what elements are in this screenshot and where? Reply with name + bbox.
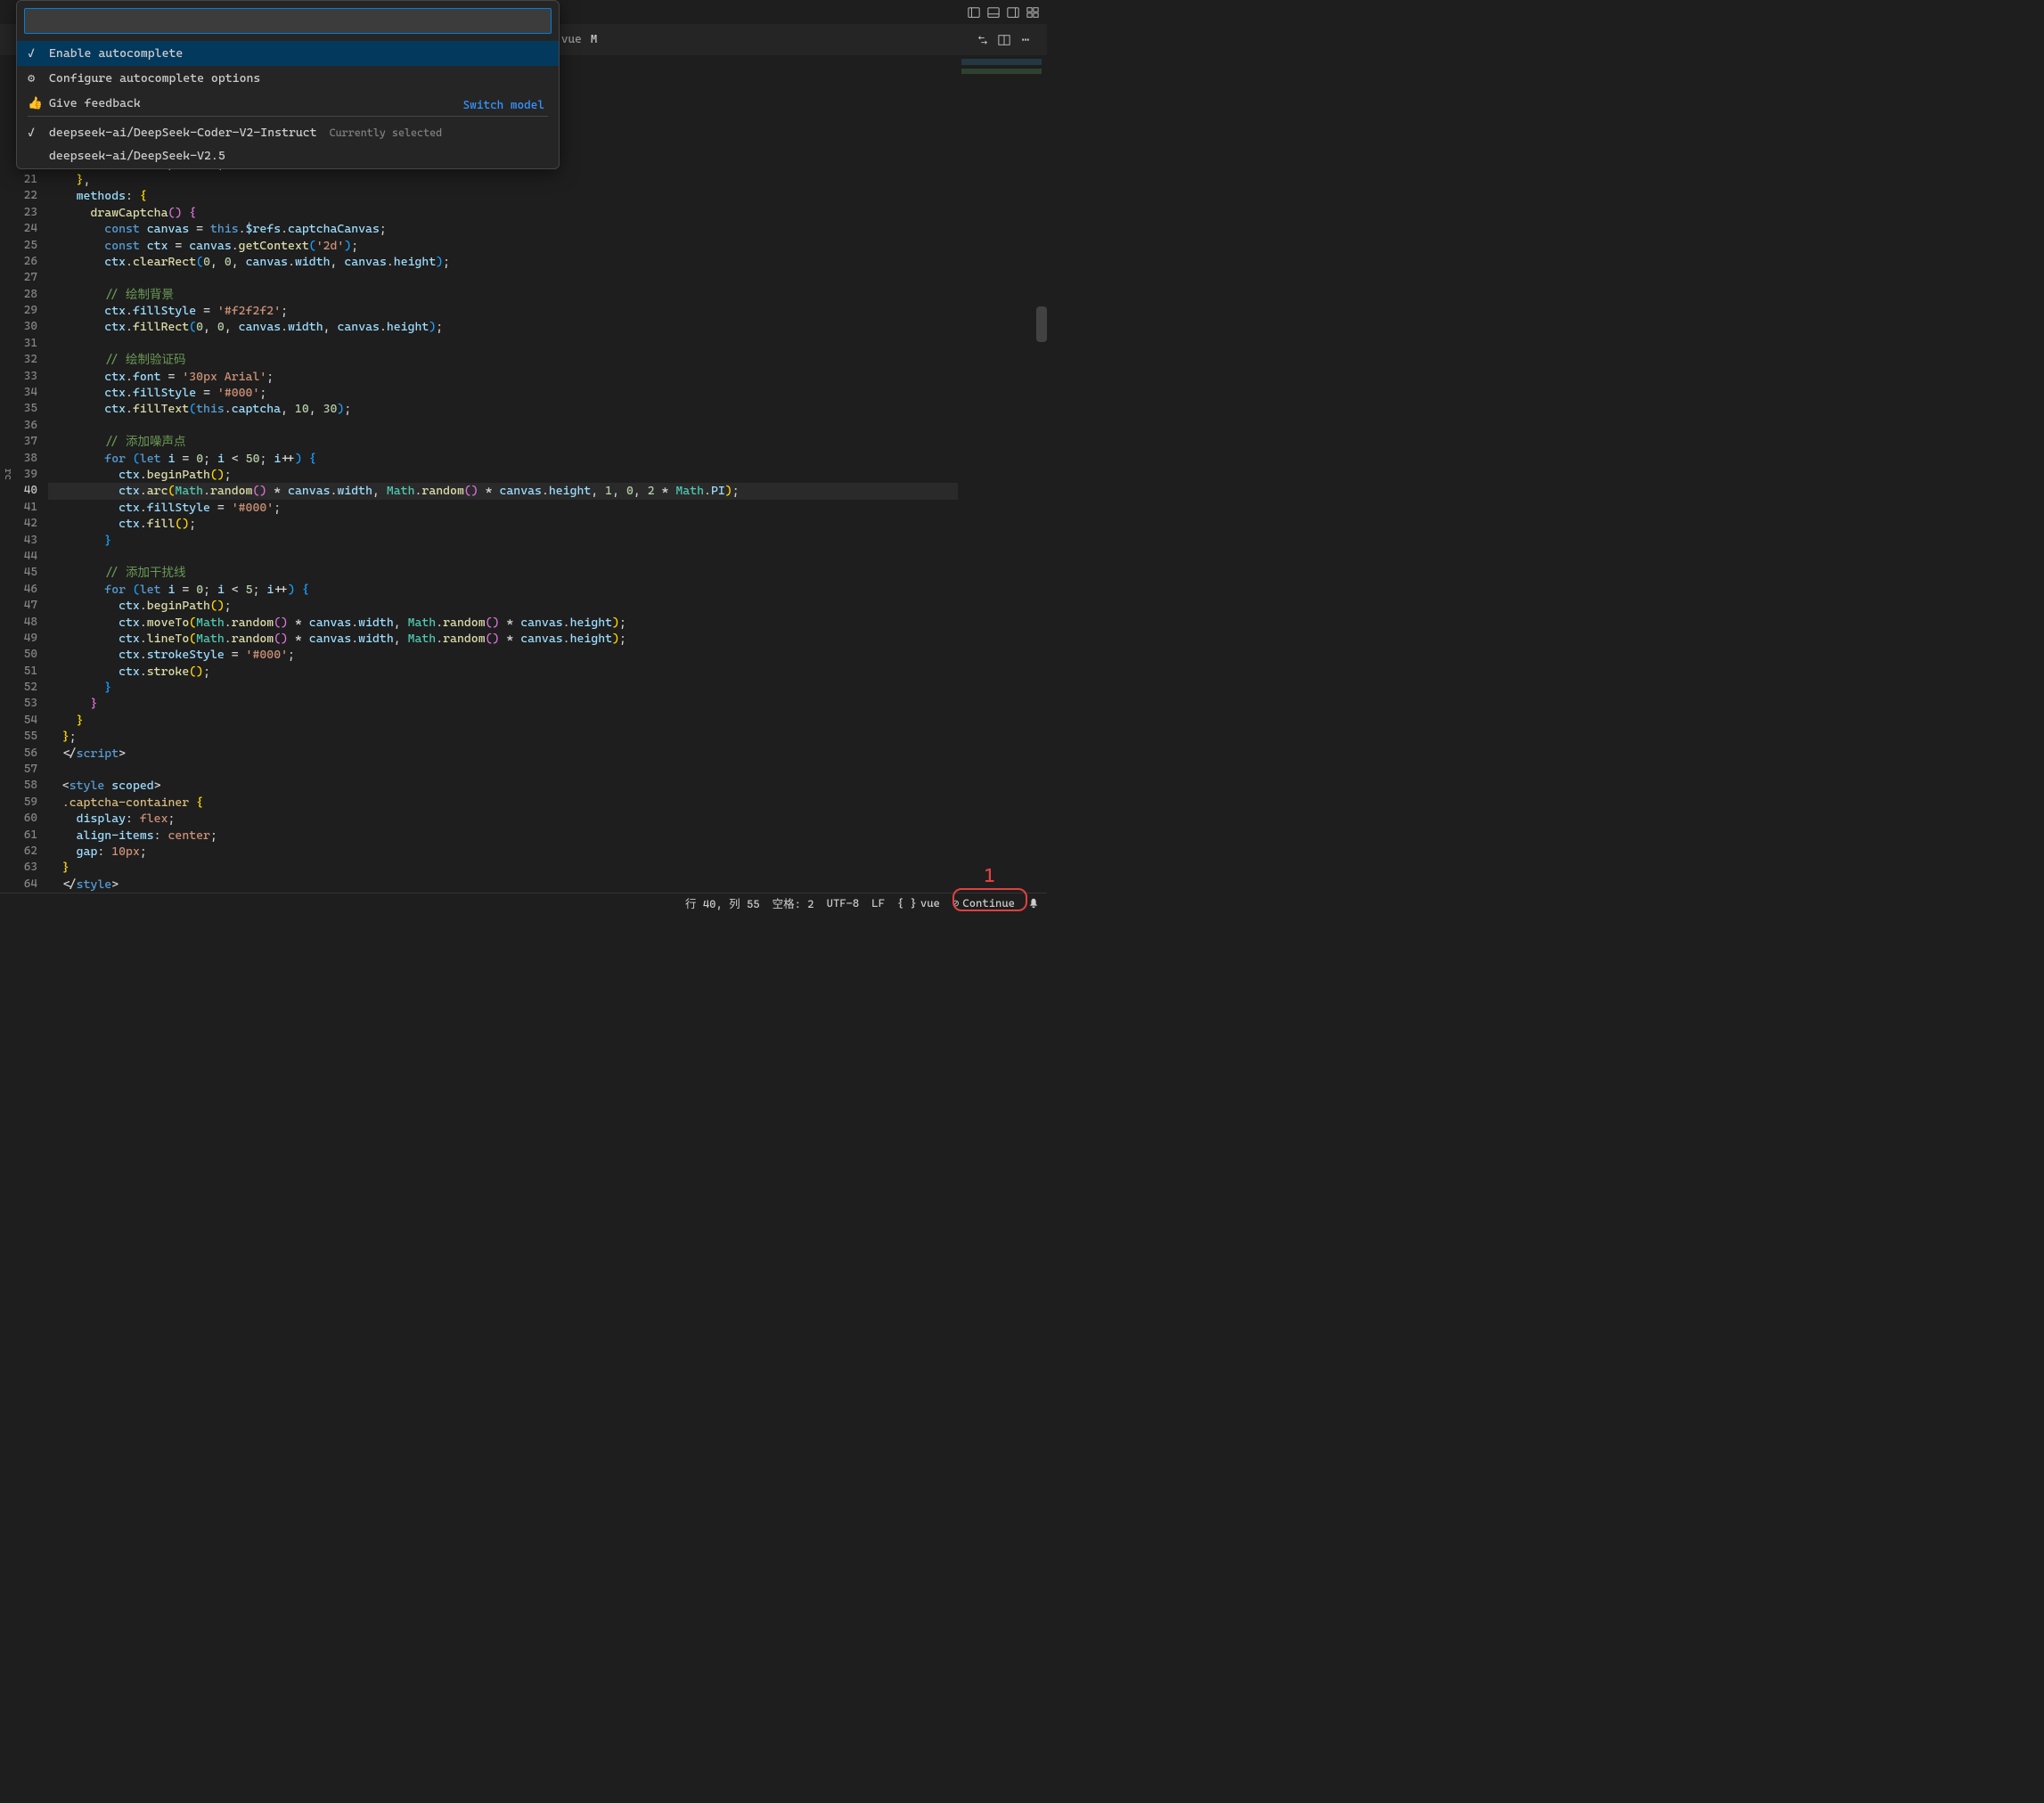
layout-panel-left-icon[interactable]: [967, 5, 981, 20]
compare-icon[interactable]: [976, 33, 990, 47]
thumbs-up-icon: 👍: [28, 96, 42, 110]
palette-item-label: Configure autocomplete options: [49, 71, 260, 86]
command-palette: ✓ Enable autocomplete ⚙ Configure autoco…: [16, 0, 560, 169]
split-editor-icon[interactable]: [997, 33, 1011, 47]
gear-icon: ⚙: [28, 71, 42, 86]
palette-search-input[interactable]: [24, 8, 552, 34]
more-actions-icon[interactable]: ⋯: [1018, 33, 1033, 47]
palette-item-label: deepseek-ai/DeepSeek-Coder-V2-Instruct: [49, 126, 317, 140]
status-bar: 行 40, 列 55 空格: 2 UTF-8 LF { } vue ⊘ Cont…: [0, 893, 1047, 912]
palette-item-configure[interactable]: ⚙ Configure autocomplete options: [17, 66, 559, 91]
code-editor[interactable]: mounted() { this.drawCaptcha(); }, metho…: [48, 55, 958, 893]
palette-item-model-2[interactable]: deepseek-ai/DeepSeek-V2.5: [17, 145, 559, 168]
layout-panel-bottom-icon[interactable]: [986, 5, 1001, 20]
layout-panel-right-icon[interactable]: [1006, 5, 1020, 20]
currently-selected-badge: Currently selected: [330, 126, 443, 139]
line-gutter: 1920212223242526272829303132333435363738…: [14, 55, 48, 893]
palette-item-label: Enable autocomplete: [49, 46, 183, 61]
separator: [28, 116, 548, 117]
palette-item-label: Give feedback: [49, 96, 141, 110]
status-notifications-icon[interactable]: [1027, 897, 1040, 910]
minimap[interactable]: [958, 55, 1047, 893]
braces-icon: { }: [897, 896, 917, 910]
cancel-circle-icon: ⊘: [953, 896, 960, 910]
status-eol[interactable]: LF: [871, 896, 885, 910]
palette-item-label: deepseek-ai/DeepSeek-V2.5: [49, 149, 225, 163]
status-encoding[interactable]: UTF-8: [827, 896, 860, 910]
status-lang[interactable]: { } vue: [897, 896, 940, 910]
minimap-content: [961, 59, 1042, 184]
check-icon: ✓: [28, 126, 42, 140]
status-cursor[interactable]: 行 40, 列 55: [685, 894, 760, 911]
layout-customize-icon[interactable]: [1026, 5, 1040, 20]
check-icon: ✓: [28, 46, 42, 61]
status-continue[interactable]: ⊘ Continue: [953, 896, 1015, 910]
palette-item-model-1[interactable]: ✓ deepseek-ai/DeepSeek-Coder-V2-Instruct…: [17, 120, 559, 145]
scrollbar-thumb[interactable]: [1036, 306, 1047, 342]
switch-model-link[interactable]: Switch model: [463, 99, 544, 112]
modified-indicator: M: [591, 33, 598, 46]
activity-bar-fragment: rc: [0, 55, 14, 893]
status-spaces[interactable]: 空格: 2: [773, 894, 814, 911]
palette-item-enable-autocomplete[interactable]: ✓ Enable autocomplete: [17, 41, 559, 66]
